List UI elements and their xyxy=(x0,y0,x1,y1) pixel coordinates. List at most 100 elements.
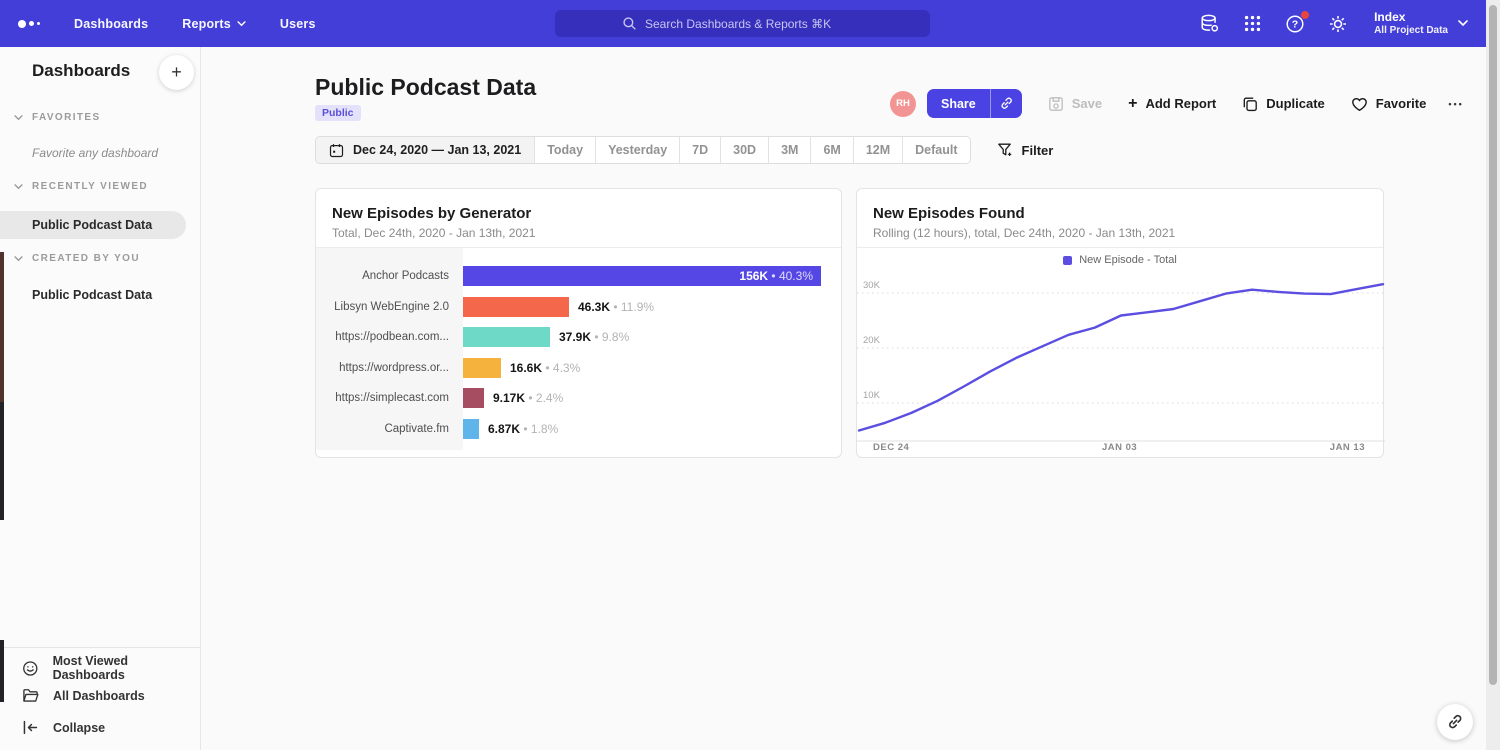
avatar[interactable]: RH xyxy=(890,91,916,117)
most-viewed-dashboards-button[interactable]: Most Viewed Dashboards xyxy=(22,654,200,682)
nav-reports[interactable]: Reports xyxy=(182,17,246,31)
bar-category-label: https://simplecast.com xyxy=(316,392,463,404)
global-search[interactable] xyxy=(555,10,930,37)
duplicate-button[interactable]: Duplicate xyxy=(1242,96,1325,112)
app-window: Dashboards Reports Users ? xyxy=(0,0,1500,750)
card-divider xyxy=(857,247,1383,248)
sidebar-section-favorites[interactable]: FAVORITES xyxy=(0,112,101,123)
more-options-button[interactable]: ••• xyxy=(1448,99,1463,109)
sidebar-section-recently-viewed[interactable]: RECENTLY VIEWED xyxy=(0,181,148,192)
bar[interactable] xyxy=(463,419,479,439)
bar-value-label: 6.87K • 1.8% xyxy=(488,422,558,436)
favorite-button[interactable]: Favorite xyxy=(1351,96,1427,112)
date-preset-default[interactable]: Default xyxy=(902,137,969,163)
chart-title: New Episodes by Generator xyxy=(332,205,531,222)
sidebar: Dashboards + FAVORITES Favorite any dash… xyxy=(0,47,201,750)
collapse-sidebar-button[interactable]: Collapse xyxy=(22,719,105,736)
save-button[interactable]: Save xyxy=(1048,96,1102,112)
date-controls: Dec 24, 2020 — Jan 13, 2021 TodayYesterd… xyxy=(315,136,1053,164)
date-preset-6m[interactable]: 6M xyxy=(810,137,852,163)
page-title: Public Podcast Data xyxy=(315,74,536,101)
nav-dashboards[interactable]: Dashboards xyxy=(74,17,148,31)
chart-title: New Episodes Found xyxy=(873,205,1025,222)
bar[interactable] xyxy=(463,388,484,408)
date-preset-yesterday[interactable]: Yesterday xyxy=(595,137,679,163)
bar-category-label: Captivate.fm xyxy=(316,423,463,435)
favorites-empty-hint: Favorite any dashboard xyxy=(32,146,158,160)
bar-row: Libsyn WebEngine 2.0 46.3K • 11.9% xyxy=(316,292,841,323)
add-dashboard-button[interactable]: + xyxy=(159,55,194,90)
legend-swatch xyxy=(1063,256,1072,265)
plus-icon: + xyxy=(1128,97,1137,111)
date-preset-today[interactable]: Today xyxy=(534,137,595,163)
bar-category-label: https://wordpress.or... xyxy=(316,362,463,374)
date-presets: TodayYesterday7D30D3M6M12MDefault xyxy=(534,137,969,163)
all-dashboards-button[interactable]: All Dashboards xyxy=(22,687,145,704)
search-icon xyxy=(622,16,637,31)
sidebar-footer-divider xyxy=(0,647,200,648)
collapse-icon xyxy=(22,719,39,736)
share-link-button[interactable] xyxy=(990,89,1022,118)
chevron-down-icon xyxy=(14,256,23,262)
sidebar-item-public-podcast-data-created[interactable]: Public Podcast Data xyxy=(0,281,186,309)
app-logo[interactable] xyxy=(18,20,40,28)
share-split-button: Share xyxy=(927,89,1022,118)
legend-label: New Episode - Total xyxy=(1079,254,1177,266)
line-series xyxy=(859,284,1383,430)
floating-share-link-button[interactable] xyxy=(1437,704,1473,740)
y-tick-label: 20K xyxy=(863,335,881,346)
share-button[interactable]: Share xyxy=(927,89,990,118)
add-report-button[interactable]: + Add Report xyxy=(1128,96,1216,111)
bar-row: Anchor Podcasts156K • 40.3% xyxy=(316,261,841,292)
smiley-icon xyxy=(22,660,39,677)
sidebar-section-created-by-you[interactable]: CREATED BY YOU xyxy=(0,253,140,264)
link-icon xyxy=(1446,713,1464,731)
background-window-edge xyxy=(0,252,4,402)
data-sources-icon[interactable] xyxy=(1198,13,1220,35)
save-icon xyxy=(1048,96,1064,112)
bar-chart-card: New Episodes by Generator Total, Dec 24t… xyxy=(315,188,842,458)
apps-grid-icon[interactable] xyxy=(1241,13,1263,35)
scrollbar-track[interactable] xyxy=(1486,0,1500,750)
visibility-badge: Public xyxy=(315,105,361,121)
date-range-button[interactable]: Dec 24, 2020 — Jan 13, 2021 xyxy=(316,137,534,163)
date-preset-3m[interactable]: 3M xyxy=(768,137,810,163)
x-tick-label: JAN 03 xyxy=(1102,442,1137,453)
x-tick-label: DEC 24 xyxy=(873,442,909,453)
bar-row: https://simplecast.com 9.17K • 2.4% xyxy=(316,383,841,414)
bar-value-label: 9.17K • 2.4% xyxy=(493,391,563,405)
y-tick-label: 10K xyxy=(863,390,881,401)
bar[interactable] xyxy=(463,297,569,317)
bar[interactable]: 156K • 40.3% xyxy=(463,266,821,286)
date-preset-30d[interactable]: 30D xyxy=(720,137,768,163)
bar-row: https://podbean.com... 37.9K • 9.8% xyxy=(316,322,841,353)
filter-button[interactable]: Filter xyxy=(997,142,1054,158)
chart-subtitle: Rolling (12 hours), total, Dec 24th, 202… xyxy=(873,226,1175,240)
help-icon[interactable]: ? xyxy=(1284,13,1306,35)
bar-category-label: Libsyn WebEngine 2.0 xyxy=(316,301,463,313)
bar[interactable] xyxy=(463,358,501,378)
duplicate-icon xyxy=(1242,96,1258,112)
search-input[interactable] xyxy=(645,17,863,31)
scrollbar-thumb[interactable] xyxy=(1489,5,1497,685)
svg-text:?: ? xyxy=(1292,18,1298,30)
date-preset-12m[interactable]: 12M xyxy=(853,137,902,163)
settings-gear-icon[interactable] xyxy=(1327,13,1349,35)
line-chart-plot: 30K 20K 10K xyxy=(857,269,1385,447)
project-subtitle: All Project Data xyxy=(1374,24,1448,37)
bar-category-label: https://podbean.com... xyxy=(316,331,463,343)
nav-users[interactable]: Users xyxy=(280,17,316,31)
date-preset-7d[interactable]: 7D xyxy=(679,137,720,163)
bar-value-label: 37.9K • 9.8% xyxy=(559,330,629,344)
chevron-down-icon xyxy=(14,184,23,190)
bar[interactable] xyxy=(463,327,550,347)
notification-dot xyxy=(1301,11,1309,19)
background-window-edge xyxy=(0,402,4,520)
bar-value-label: 46.3K • 11.9% xyxy=(578,300,654,314)
bar-chart-body: Anchor Podcasts156K • 40.3%Libsyn WebEng… xyxy=(316,248,841,456)
bar-category-label: Anchor Podcasts xyxy=(316,270,463,282)
line-chart-card: New Episodes Found Rolling (12 hours), t… xyxy=(856,188,1384,458)
sidebar-item-public-podcast-data[interactable]: Public Podcast Data xyxy=(0,211,186,239)
project-switcher[interactable]: Index All Project Data xyxy=(1374,10,1468,37)
bar-row: https://wordpress.or...16.6K • 4.3% xyxy=(316,353,841,384)
